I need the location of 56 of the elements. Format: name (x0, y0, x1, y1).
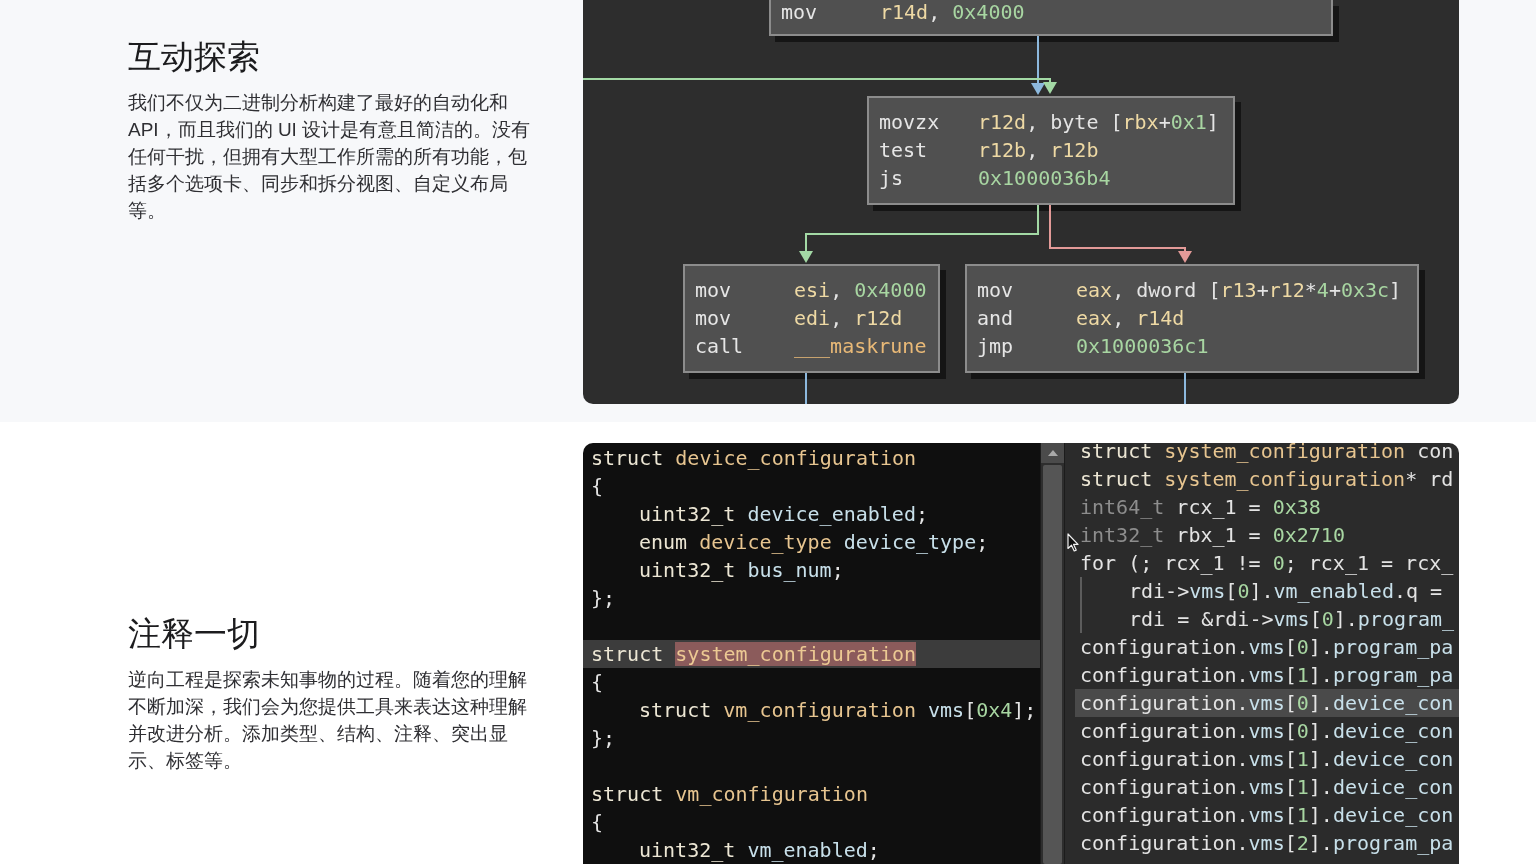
code-line: enum device_type device_type; (639, 530, 989, 554)
code-line: struct device_configuration (591, 446, 917, 470)
asm-operands: esi, 0x4000 (794, 277, 927, 304)
code-line: uint32_t device_enabled; (639, 502, 928, 526)
code-line: struct system_configuration (591, 642, 917, 666)
code-line: rdi = &rdi->vms[0].program_ (1129, 607, 1455, 631)
asm-mnemonic: mov (781, 0, 818, 24)
code-line: { (591, 474, 604, 498)
section-heading: 注释一切 (128, 614, 261, 654)
asm-operands: 0x1000036c1 (1076, 333, 1209, 360)
asm-operands: eax, r14d (1076, 305, 1185, 332)
scrollbar-thumb[interactable] (1043, 465, 1062, 864)
asm-mnemonic: mov (695, 305, 732, 332)
code-line: int32_t rbx_1 = 0x2710 (1080, 523, 1345, 547)
code-line: configuration.vms[1].program_pa (1080, 663, 1454, 687)
asm-mnemonic: test (879, 137, 928, 164)
code-line: uint32_t bus_num; (639, 558, 844, 582)
code-line: configuration.vms[0].program_pa (1080, 635, 1454, 659)
asm-operands: eax, dword [r13+r12*4+0x3c] (1076, 277, 1402, 304)
code-line: int64_t rcx_1 = 0x38 (1080, 495, 1321, 519)
code-line: struct vm_configuration vms[0x4]; (639, 698, 1037, 722)
code-line: uint32_t vm_enabled; (639, 838, 880, 862)
code-line: configuration.vms[0].device_con (1080, 719, 1454, 743)
code-line: configuration.vms[1].device_con (1080, 803, 1454, 827)
code-line: struct system_configuration con (1080, 443, 1454, 463)
code-line: { (591, 810, 604, 834)
code-line: struct system_configuration* rd (1080, 467, 1454, 491)
code-line: configuration.vms[1].device_con (1080, 747, 1454, 771)
code-line: { (591, 670, 604, 694)
code-line: configuration.vms[0].device_con (1080, 691, 1454, 715)
section-description: 我们不仅为二进制分析构建了最好的自动化和API，而且我们的 UI 设计是有意且简洁的。没有任何干扰，但拥有大型工作所需的所有功能，包括多个选项卡、同步和拆分视图、自定义布局等。 (128, 91, 532, 223)
asm-operands: 0x1000036b4 (978, 165, 1111, 192)
asm-operands: r12d, byte [rbx+0x1] (978, 109, 1219, 136)
section-description: 逆向工程是探索未知事物的过程。随着您的理解不断加深，我们会为您提供工具来表达这种理解并改进分析。添加类型、结构、注释、突出显示、标签等。 (128, 668, 528, 773)
asm-operands: ___maskrune (794, 333, 927, 360)
scroll-up-button[interactable] (1041, 443, 1064, 463)
code-line: configuration.vms[1].device_con (1080, 775, 1454, 799)
caret-up-icon (1047, 450, 1058, 456)
mouse-pointer-icon (1067, 533, 1079, 552)
asm-operands: r14d, 0x4000 (880, 0, 1025, 24)
asm-mnemonic: and (977, 305, 1014, 332)
asm-mnemonic: movzx (879, 109, 940, 136)
code-line: struct vm_configuration (591, 782, 868, 806)
asm-mnemonic: mov (977, 277, 1014, 304)
asm-mnemonic: mov (695, 277, 732, 304)
code-line: }; (591, 726, 616, 750)
asm-operands: r12b, r12b (978, 137, 1099, 164)
section-heading: 互动探索 (128, 37, 261, 77)
asm-mnemonic: call (695, 333, 744, 360)
asm-operands: edi, r12d (794, 305, 903, 332)
code-line: rdi->vms[0].vm_enabled.q = (1129, 579, 1443, 603)
asm-mnemonic: js (879, 165, 904, 192)
code-line: }; (591, 586, 616, 610)
asm-mnemonic: jmp (977, 333, 1014, 360)
code-line: configuration.vms[2].program_pa (1080, 831, 1454, 855)
code-line: for (; rcx_1 != 0; rcx_1 = rcx_ (1080, 551, 1454, 575)
